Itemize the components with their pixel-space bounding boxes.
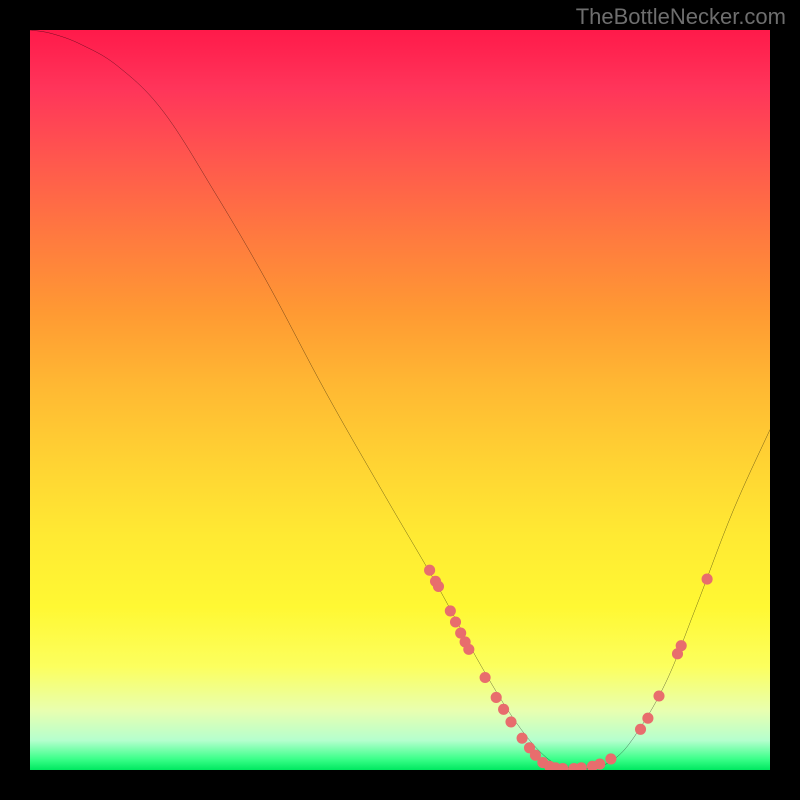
marker-point xyxy=(517,733,528,744)
marker-point xyxy=(424,565,435,576)
marker-point xyxy=(676,640,687,651)
marker-point xyxy=(605,753,616,764)
marker-point xyxy=(463,644,474,655)
attribution-text: TheBottleNecker.com xyxy=(576,4,786,30)
marker-point xyxy=(480,672,491,683)
chart-plot-area xyxy=(30,30,770,770)
marker-point xyxy=(491,692,502,703)
marker-point xyxy=(642,713,653,724)
marker-point xyxy=(576,762,587,770)
marker-point xyxy=(594,759,605,770)
marker-point xyxy=(498,704,509,715)
marker-point xyxy=(702,574,713,585)
marker-point xyxy=(505,716,516,727)
marker-point xyxy=(445,605,456,616)
marker-point xyxy=(635,724,646,735)
marker-point xyxy=(653,690,664,701)
marker-point xyxy=(450,616,461,627)
marker-group xyxy=(424,565,713,770)
chart-svg xyxy=(30,30,770,770)
bottleneck-curve xyxy=(30,30,770,769)
marker-point xyxy=(433,581,444,592)
